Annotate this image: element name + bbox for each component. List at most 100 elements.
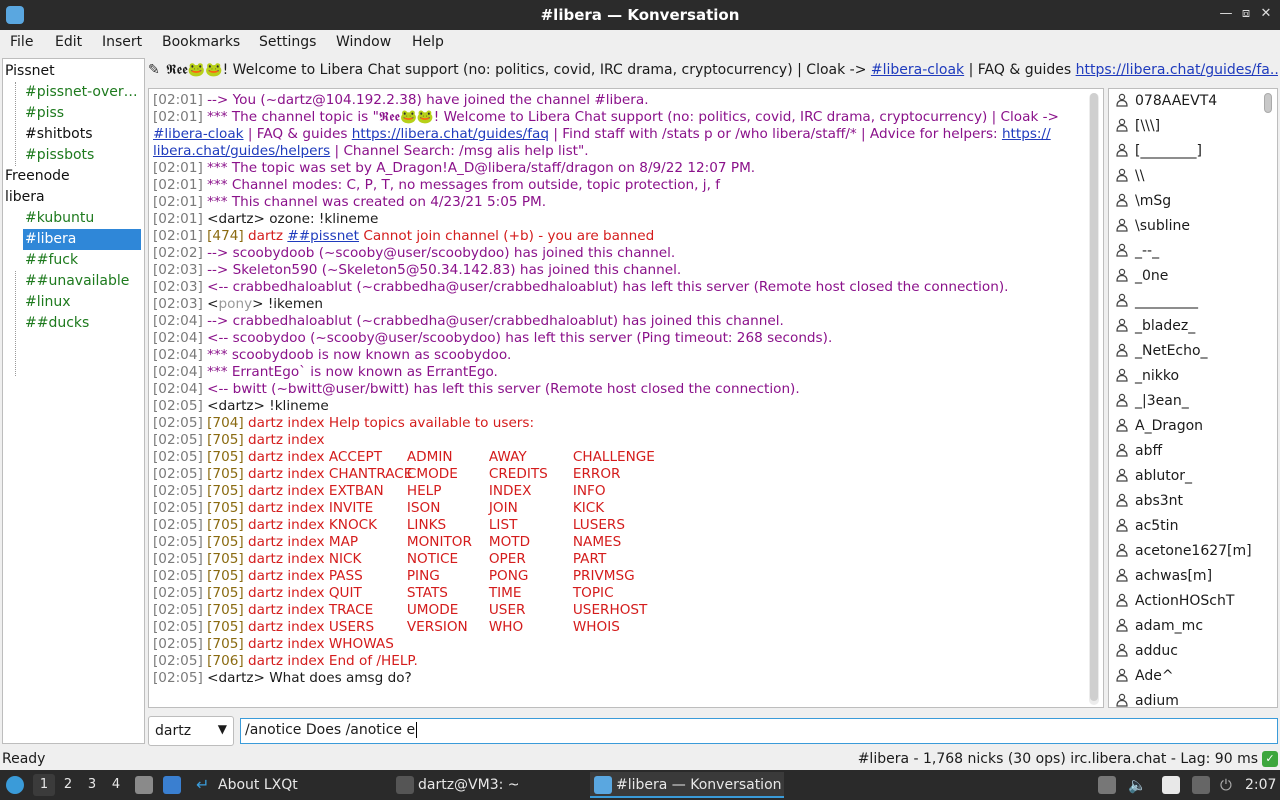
nick-item[interactable]: adium	[1115, 689, 1179, 707]
window-icon[interactable]	[163, 776, 181, 794]
menu-window[interactable]: Window	[336, 34, 391, 50]
topic-link-guides[interactable]: https://libera.chat/guides/fa...	[1076, 62, 1278, 78]
nick-item[interactable]: achwas[m]	[1115, 564, 1212, 589]
nick-item[interactable]: _________	[1115, 289, 1198, 314]
timestamp: [02:01]	[153, 211, 203, 227]
nick-item[interactable]: _|3ean_	[1115, 389, 1189, 414]
menu-insert[interactable]: Insert	[102, 34, 142, 50]
nick-item[interactable]: [________]	[1115, 139, 1202, 164]
clipboard-icon[interactable]	[1098, 776, 1116, 794]
nick-item[interactable]: _nikko	[1115, 364, 1179, 389]
chat-link[interactable]: #libera-cloak	[153, 126, 244, 142]
tree-network-libera[interactable]: libera	[5, 187, 45, 208]
volume-icon[interactable]: 🔈	[1128, 776, 1147, 794]
chat-link[interactable]: https://libera.chat/guides/faq	[352, 126, 549, 142]
tree-channel[interactable]: #libera	[23, 229, 141, 250]
tree-channel[interactable]: #pissnet-over…	[25, 82, 143, 103]
chat-view[interactable]: [02:01] --> You (~dartz@104.192.2.38) ha…	[148, 88, 1104, 708]
task-konversation[interactable]: #libera — Konversation	[590, 772, 784, 798]
person-icon	[1115, 216, 1129, 232]
nick-item[interactable]: ac5tin	[1115, 514, 1178, 539]
nick-item[interactable]: \subline	[1115, 214, 1190, 239]
network-icon[interactable]	[1192, 776, 1210, 794]
menu-file[interactable]: File	[10, 34, 33, 50]
nick-selector[interactable]: dartz ▼	[148, 716, 234, 746]
tree-channel[interactable]: ##fuck	[25, 250, 143, 271]
channel-tree: Pissnet #pissnet-over… #piss #shitbots #piss…	[2, 58, 145, 744]
chat-line: [02:05] [704] dartz index Help topics av…	[153, 415, 1085, 432]
nick-item[interactable]: [\\\]	[1115, 114, 1160, 139]
tree-channel[interactable]: #shitbots	[25, 124, 143, 145]
task-about-lxqt[interactable]: ↵ About LXQt	[192, 772, 298, 798]
help-topic: STATS	[406, 585, 448, 601]
person-icon	[1115, 141, 1129, 157]
chat-link[interactable]: ##pissnet	[287, 228, 359, 244]
nick-item[interactable]: 078AAEVT4	[1115, 89, 1217, 114]
person-icon	[1115, 266, 1129, 282]
tree-channel[interactable]: ##unavailable	[25, 271, 143, 292]
tree-channel[interactable]: #pissbots	[25, 145, 143, 166]
nick-list-scrollbar-thumb[interactable]	[1264, 93, 1272, 113]
nick-item[interactable]: adam_mc	[1115, 614, 1203, 639]
numeric-code: [705]	[207, 568, 244, 584]
menu-bookmarks[interactable]: Bookmarks	[162, 34, 240, 50]
help-topic: VERSION	[406, 619, 468, 635]
tree-network-freenode[interactable]: Freenode	[5, 166, 70, 187]
edit-topic-icon[interactable]: ✎	[148, 58, 166, 82]
topic-link-cloak[interactable]: #libera-cloak	[871, 62, 964, 78]
status-bar: Ready #libera - 1,768 nicks (30 ops) irc…	[0, 748, 1280, 770]
nick-item[interactable]: Ade^	[1115, 664, 1174, 689]
timestamp: [02:05]	[153, 551, 203, 567]
help-topic: PASS	[328, 568, 363, 584]
nick-item[interactable]: _--_	[1115, 239, 1159, 264]
minimize-icon[interactable]: —	[1216, 4, 1236, 24]
tree-channel[interactable]: #kubuntu	[25, 208, 143, 229]
nick-item[interactable]: ablutor_	[1115, 464, 1192, 489]
chat-link[interactable]: https://	[1002, 126, 1051, 142]
clock: 2:07	[1245, 777, 1277, 793]
nick-label: abs3nt	[1135, 493, 1184, 509]
desktop-4[interactable]: 4	[105, 774, 127, 796]
menu-settings[interactable]: Settings	[259, 34, 316, 50]
tree-channel[interactable]: #piss	[25, 103, 143, 124]
menu-edit[interactable]: Edit	[55, 34, 82, 50]
message-input[interactable]: /anotice Does /anotice e	[240, 718, 1278, 744]
timestamp: [02:05]	[153, 653, 203, 669]
chat-scrollbar[interactable]	[1089, 93, 1099, 705]
desktop-1[interactable]: 1	[33, 774, 55, 796]
nick-list[interactable]: 078AAEVT4 [\\\] [________] \\ \mSg \subline _-…	[1108, 88, 1278, 708]
tree-channel[interactable]: ##ducks	[25, 313, 143, 334]
nick-item[interactable]: \\	[1115, 164, 1144, 189]
nick-item[interactable]: A_Dragon	[1115, 414, 1203, 439]
nick-item[interactable]: abs3nt	[1115, 489, 1183, 514]
desktop-2[interactable]: 2	[57, 774, 79, 796]
chat-text: dartz index	[243, 483, 329, 499]
timestamp: [02:01]	[153, 160, 203, 176]
tree-network-pissnet[interactable]: Pissnet	[5, 61, 55, 82]
nick-item[interactable]: _bladez_	[1115, 314, 1195, 339]
nick-item[interactable]: _NetEcho_	[1115, 339, 1208, 364]
chat-link[interactable]: libera.chat/guides/helpers	[153, 143, 330, 159]
person-icon	[1115, 241, 1129, 257]
nick-item[interactable]: ActionHOSchT	[1115, 589, 1234, 614]
nick-item[interactable]: \mSg	[1115, 189, 1171, 214]
menu-help[interactable]: Help	[412, 34, 444, 50]
close-icon[interactable]: ✕	[1256, 4, 1276, 24]
chat-text: <-- crabbedhaloablut (~crabbedha@user/cr…	[207, 279, 1009, 295]
maximize-icon[interactable]: ⧈	[1236, 4, 1256, 24]
nick-item[interactable]: _0ne	[1115, 264, 1168, 289]
power-icon[interactable]: ⏻	[1220, 776, 1238, 794]
chat-line: [02:04] --> crabbedhaloablut (~crabbedha…	[153, 313, 1085, 330]
nick-item[interactable]: acetone1627[m]	[1115, 539, 1252, 564]
desktop-3[interactable]: 3	[81, 774, 103, 796]
nick-item[interactable]: adduc	[1115, 639, 1178, 664]
files-icon[interactable]	[1162, 776, 1180, 794]
start-menu-icon[interactable]	[6, 776, 24, 794]
tree-channel[interactable]: #linux	[25, 292, 143, 313]
nick-list-scrollbar[interactable]	[1263, 93, 1273, 705]
nick-item[interactable]: abff	[1115, 439, 1162, 464]
show-desktop-icon[interactable]	[135, 776, 153, 794]
chat-scrollbar-thumb[interactable]	[1090, 93, 1098, 701]
task-label: #libera — Konversation	[616, 777, 782, 793]
task-terminal[interactable]: dartz@VM3: ~	[392, 772, 520, 798]
